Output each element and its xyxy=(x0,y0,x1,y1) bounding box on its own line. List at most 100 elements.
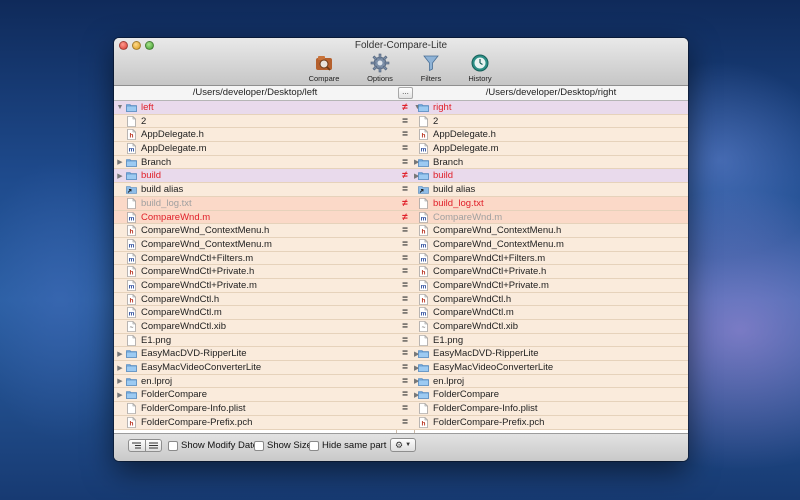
left-entry[interactable]: h CompareWndCtl+Private.h xyxy=(114,265,396,278)
table-row[interactable]: h CompareWnd_ContextMenu.h = h CompareWnd_Co… xyxy=(114,224,688,238)
left-entry[interactable]: h AppDelegate.h xyxy=(114,128,396,141)
right-entry[interactable]: m CompareWndCtl+Filters.m xyxy=(414,252,688,265)
left-entry[interactable]: m CompareWndCtl+Filters.m xyxy=(114,252,396,265)
left-entry[interactable]: h CompareWnd_ContextMenu.h xyxy=(114,224,396,237)
compare-button[interactable]: Compare xyxy=(302,53,346,83)
disclosure-closed-icon[interactable]: ▶ xyxy=(414,350,419,358)
table-row[interactable]: h CompareWndCtl.h = h CompareWndCtl.h xyxy=(114,292,688,307)
action-menu-button[interactable]: ⚙ ▼ xyxy=(390,438,416,452)
left-entry[interactable]: ▶ en.lproj xyxy=(114,375,396,388)
right-entry[interactable]: ▶ EasyMacDVD-RipperLite xyxy=(414,347,688,360)
view-mode-segmented-control[interactable] xyxy=(128,439,162,452)
left-entry[interactable]: ▶ FolderCompare xyxy=(114,388,396,401)
right-entry[interactable]: h CompareWndCtl+Private.h xyxy=(414,265,688,278)
right-entry[interactable]: ▶ build xyxy=(414,169,688,182)
left-entry[interactable]: ~ CompareWndCtl.xib xyxy=(114,320,396,333)
table-row[interactable]: h FolderCompare-Prefix.pch = h FolderCompare… xyxy=(114,415,688,430)
table-row[interactable]: ▶ build ≠ ▶ build xyxy=(114,169,688,184)
right-entry[interactable]: build alias xyxy=(414,183,688,196)
left-entry[interactable]: m CompareWndCtl+Private.m xyxy=(114,279,396,292)
table-row[interactable]: m CompareWndCtl+Private.m = m CompareWndCtl+… xyxy=(114,278,688,293)
disclosure-closed-icon[interactable]: ▶ xyxy=(414,158,419,166)
right-entry[interactable]: h FolderCompare-Prefix.pch xyxy=(414,416,688,429)
left-entry[interactable]: ▶ Branch xyxy=(114,156,396,169)
right-entry[interactable]: ~ CompareWndCtl.xib xyxy=(414,320,688,333)
table-row[interactable]: build_log.txt ≠ build_log.txt xyxy=(114,196,688,211)
right-entry[interactable]: m CompareWndCtl+Private.m xyxy=(414,279,688,292)
left-entry[interactable]: 2 xyxy=(114,115,396,128)
flat-view-button[interactable] xyxy=(144,440,162,451)
left-folder-path[interactable]: /Users/developer/Desktop/left xyxy=(114,87,396,98)
comparison-list[interactable]: ▼ left ≠ ▼ right 2 = 2 h AppDelegate.h = h AppDelega… xyxy=(114,101,688,433)
table-row[interactable]: ▶ Branch = ▶ Branch xyxy=(114,155,688,170)
left-entry[interactable]: m CompareWnd_ContextMenu.m xyxy=(114,238,396,251)
left-entry[interactable]: FolderCompare-Info.plist xyxy=(114,402,396,415)
right-entry[interactable]: h CompareWndCtl.h xyxy=(414,293,688,306)
table-row[interactable]: ▶ en.lproj = ▶ en.lproj xyxy=(114,374,688,389)
options-button[interactable]: Options xyxy=(358,53,402,83)
left-entry[interactable]: ▶ EasyMacDVD-RipperLite xyxy=(114,347,396,360)
table-row[interactable]: ▶ EasyMacDVD-RipperLite = ▶ EasyMacDVD-Rippe… xyxy=(114,347,688,362)
right-entry[interactable]: h CompareWnd_ContextMenu.h xyxy=(414,224,688,237)
table-row[interactable]: FolderCompare-Info.plist = FolderCompare-I… xyxy=(114,402,688,416)
disclosure-closed-icon[interactable]: ▶ xyxy=(114,364,126,372)
left-entry[interactable]: m AppDelegate.m xyxy=(114,142,396,155)
left-entry[interactable]: m CompareWndCtl.m xyxy=(114,306,396,319)
left-entry[interactable]: ▶ build xyxy=(114,169,396,182)
disclosure-closed-icon[interactable]: ▶ xyxy=(114,158,126,166)
show-modify-date-checkbox[interactable]: Show Modify Date xyxy=(168,440,258,451)
show-size-checkbox[interactable]: Show Size xyxy=(254,440,312,451)
disclosure-closed-icon[interactable]: ▶ xyxy=(114,172,126,180)
table-row[interactable]: ▶ EasyMacVideoConverterLite = ▶ EasyMacVideo… xyxy=(114,361,688,375)
table-row[interactable]: ▶ FolderCompare = ▶ FolderCompare xyxy=(114,388,688,403)
left-entry[interactable]: h FolderCompare-Prefix.pch xyxy=(114,416,396,429)
left-entry[interactable]: ▶ EasyMacVideoConverterLite xyxy=(114,361,396,374)
disclosure-open-icon[interactable]: ▼ xyxy=(114,104,126,111)
table-row[interactable]: h AppDelegate.h = h AppDelegate.h xyxy=(114,128,688,143)
table-row[interactable]: ▼ left ≠ ▼ right xyxy=(114,101,688,115)
table-row[interactable]: 2 = 2 xyxy=(114,114,688,129)
table-row[interactable]: m CompareWnd.m ≠ m CompareWnd.m xyxy=(114,210,688,225)
table-row[interactable]: ~ CompareWndCtl.xib = ~ CompareWndCtl.xib xyxy=(114,320,688,334)
table-row[interactable]: h CompareWndCtl+Private.h = h CompareWndCtl+… xyxy=(114,265,688,279)
right-entry[interactable]: FolderCompare-Info.plist xyxy=(414,402,688,415)
right-entry[interactable]: h AppDelegate.h xyxy=(414,128,688,141)
right-entry[interactable]: m CompareWnd.m xyxy=(414,211,688,224)
right-entry[interactable]: ▶ en.lproj xyxy=(414,375,688,388)
table-row[interactable]: build alias = build alias xyxy=(114,183,688,197)
right-entry[interactable]: m CompareWndCtl.m xyxy=(414,306,688,319)
right-entry[interactable]: m CompareWnd_ContextMenu.m xyxy=(414,238,688,251)
right-entry[interactable]: ▶ EasyMacVideoConverterLite xyxy=(414,361,688,374)
table-row[interactable]: m CompareWnd_ContextMenu.m = m CompareWnd_Co… xyxy=(114,237,688,252)
left-entry[interactable]: E1.png xyxy=(114,334,396,347)
checkbox-box[interactable] xyxy=(254,440,264,451)
tree-view-button[interactable] xyxy=(129,440,145,451)
left-entry[interactable]: ▼ left xyxy=(114,101,396,114)
left-entry[interactable]: build_log.txt xyxy=(114,197,396,210)
left-entry[interactable]: h CompareWndCtl.h xyxy=(114,293,396,306)
right-entry[interactable]: E1.png xyxy=(414,334,688,347)
disclosure-closed-icon[interactable]: ▶ xyxy=(414,364,419,372)
disclosure-closed-icon[interactable]: ▶ xyxy=(414,391,419,399)
browse-button[interactable]: ... xyxy=(398,87,413,99)
table-row[interactable]: m CompareWndCtl+Filters.m = m CompareWndCtl+… xyxy=(114,251,688,266)
filters-button[interactable]: Filters xyxy=(409,53,453,83)
disclosure-closed-icon[interactable]: ▶ xyxy=(114,377,126,385)
disclosure-closed-icon[interactable]: ▶ xyxy=(114,391,126,399)
right-entry[interactable]: ▶ FolderCompare xyxy=(414,388,688,401)
history-button[interactable]: History xyxy=(458,53,502,83)
disclosure-open-icon[interactable]: ▼ xyxy=(414,104,421,111)
disclosure-closed-icon[interactable]: ▶ xyxy=(414,377,419,385)
checkbox-box[interactable] xyxy=(168,440,178,451)
hide-same-part-checkbox[interactable]: Hide same part xyxy=(309,440,386,451)
checkbox-box[interactable] xyxy=(309,440,319,451)
left-entry[interactable]: build alias xyxy=(114,183,396,196)
right-folder-path[interactable]: /Users/developer/Desktop/right xyxy=(414,87,688,98)
right-entry[interactable]: ▶ Branch xyxy=(414,156,688,169)
disclosure-closed-icon[interactable]: ▶ xyxy=(414,172,419,180)
disclosure-closed-icon[interactable]: ▶ xyxy=(114,350,126,358)
right-entry[interactable]: 2 xyxy=(414,115,688,128)
right-entry[interactable]: m AppDelegate.m xyxy=(414,142,688,155)
right-entry[interactable]: ▼ right xyxy=(414,101,688,114)
table-row[interactable]: m CompareWndCtl.m = m CompareWndCtl.m xyxy=(114,306,688,320)
